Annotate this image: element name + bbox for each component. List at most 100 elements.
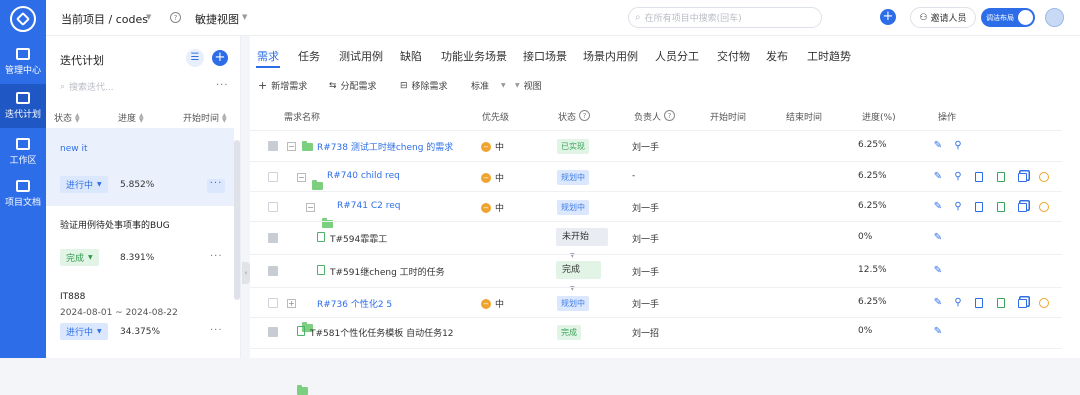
tab-bugs[interactable]: 缺陷 xyxy=(400,48,422,64)
document-icon[interactable] xyxy=(975,202,983,212)
alarm-icon[interactable] xyxy=(1039,202,1049,212)
collapse-handle[interactable]: ‹ xyxy=(242,262,250,284)
collapse-icon[interactable]: − xyxy=(287,142,296,151)
alarm-icon[interactable] xyxy=(1039,172,1049,182)
chevron-down-icon[interactable]: ▼ xyxy=(242,13,247,21)
invite-button[interactable]: ⚇ 邀请人员 xyxy=(910,7,976,28)
copy-icon[interactable] xyxy=(1018,299,1027,308)
document-icon[interactable] xyxy=(975,298,983,308)
sprint-status-select[interactable]: 进行中 ▼ xyxy=(60,323,108,340)
requirement-name[interactable]: R#741 C2 req xyxy=(337,201,400,211)
table-row[interactable] xyxy=(250,348,1062,358)
row-checkbox[interactable] xyxy=(268,266,278,276)
tab-test-cases[interactable]: 测试用例 xyxy=(339,48,383,64)
nav-item-docs[interactable]: 项目文档 xyxy=(0,172,46,216)
document-icon[interactable] xyxy=(975,172,983,182)
owner: 刘一手 xyxy=(632,268,660,278)
edit-icon[interactable]: ✎ xyxy=(933,298,943,308)
edit-icon[interactable]: ✎ xyxy=(933,141,943,151)
create-button[interactable]: + xyxy=(880,9,896,25)
requirement-name[interactable]: T#591继cheng 工时的任务 xyxy=(330,265,445,278)
bulb-icon[interactable]: ⚲ xyxy=(953,298,963,308)
requirement-name[interactable]: R#740 child req xyxy=(327,171,400,181)
tab-api-scenarios[interactable]: 接口场景 xyxy=(523,48,567,64)
sprint-name[interactable]: 验证用例待处事项事的BUG xyxy=(60,218,170,231)
row-checkbox[interactable] xyxy=(268,141,278,151)
add-requirement-button[interactable]: + 新增需求 xyxy=(258,79,307,92)
sprint-more-button[interactable]: ··· xyxy=(207,179,225,193)
sprint-name[interactable]: IT888 xyxy=(60,292,85,302)
requirement-name[interactable]: T#581个性化任务模板 自动任务12 xyxy=(310,326,454,339)
mode-select[interactable]: 标准 ▼ xyxy=(471,79,506,92)
edit-icon[interactable]: ✎ xyxy=(933,327,943,337)
requirement-name[interactable]: T#594霏霏工 xyxy=(330,232,387,245)
bulb-icon[interactable]: ⚲ xyxy=(953,172,963,182)
requirement-name[interactable]: R#736 个性化2 5 xyxy=(317,297,392,310)
clipboard-icon[interactable] xyxy=(997,172,1005,182)
col-header-progress[interactable]: 进度 ▲ ▼ xyxy=(118,111,144,124)
layout-toggle[interactable]: 调洁布局 xyxy=(981,8,1035,27)
remove-requirement-button[interactable]: ⊟ 移除需求 xyxy=(400,79,448,93)
sprint-item[interactable] xyxy=(46,128,234,206)
view-select[interactable]: ▼ 视图 xyxy=(515,79,542,92)
collapse-icon[interactable]: − xyxy=(297,173,306,182)
col-header-status[interactable]: 状态 ▲ ▼ xyxy=(54,111,80,124)
scrollbar[interactable] xyxy=(234,140,240,300)
copy-icon[interactable] xyxy=(1018,203,1027,212)
sprint-status-select[interactable]: 进行中 ▼ xyxy=(60,176,108,193)
list-icon[interactable]: ☰ xyxy=(186,49,204,67)
alarm-icon[interactable] xyxy=(1039,298,1049,308)
priority: − 中 xyxy=(481,140,504,153)
collapse-icon[interactable]: − xyxy=(306,203,315,212)
owner: 刘一手 xyxy=(632,300,660,310)
avatar[interactable] xyxy=(1045,8,1064,27)
requirement-name[interactable]: R#738 测试工时继cheng 的需求 xyxy=(317,140,453,153)
tab-release[interactable]: 发布 xyxy=(766,48,788,64)
task-icon xyxy=(317,265,325,275)
sprint-more-button[interactable]: ··· xyxy=(210,251,223,262)
tab-deliverables[interactable]: 交付物 xyxy=(717,48,750,64)
nav-item-management[interactable]: 管理中心 xyxy=(0,40,46,84)
sprint-status-select[interactable]: 完成 ▼ xyxy=(60,249,99,266)
sprint-name[interactable]: new it xyxy=(60,144,88,154)
help-icon[interactable]: ? xyxy=(664,110,676,121)
sprint-search-input[interactable]: ⌕ 搜索迭代... xyxy=(60,80,114,94)
help-icon[interactable]: ? xyxy=(170,12,181,23)
row-checkbox[interactable] xyxy=(268,298,278,308)
nav-item-workspace[interactable]: 工作区 xyxy=(0,130,46,174)
project-selector[interactable]: 当前项目 / codes xyxy=(61,11,148,27)
sprint-more-button[interactable]: ··· xyxy=(210,325,223,336)
tab-tasks[interactable]: 任务 xyxy=(298,48,320,64)
bulb-icon[interactable]: ⚲ xyxy=(953,202,963,212)
nav-item-sprint-plan[interactable]: 迭代计划 xyxy=(0,84,46,128)
copy-icon[interactable] xyxy=(1018,173,1027,182)
row-checkbox[interactable] xyxy=(268,327,278,337)
tab-requirements[interactable]: 需求 xyxy=(257,48,279,64)
edit-icon[interactable]: ✎ xyxy=(933,266,943,276)
status-select[interactable]: 未开始 ▼ xyxy=(556,228,608,259)
edit-icon[interactable]: ✎ xyxy=(933,233,943,243)
clipboard-icon[interactable] xyxy=(997,202,1005,212)
global-search-input[interactable]: ⌕ 在所有项目中搜索(回车) xyxy=(628,7,822,28)
tab-scenario-cases[interactable]: 场景内用例 xyxy=(583,48,638,64)
view-selector[interactable]: 敏捷视图 xyxy=(195,11,239,27)
tab-func-scenarios[interactable]: 功能业务场景 xyxy=(441,48,507,64)
tab-worktime-trend[interactable]: 工时趋势 xyxy=(807,48,851,64)
row-checkbox[interactable] xyxy=(268,202,278,212)
add-sprint-button[interactable]: + xyxy=(212,50,228,66)
status-select[interactable]: 完成 ▼ xyxy=(556,261,601,292)
sprint-search-more[interactable]: ··· xyxy=(216,80,229,91)
sort-icon: ▲ ▼ xyxy=(222,111,227,124)
col-header-start[interactable]: 开始时间 ▲ ▼ xyxy=(183,111,227,124)
assign-requirement-button[interactable]: ⇆ 分配需求 xyxy=(329,79,377,93)
row-checkbox[interactable] xyxy=(268,172,278,182)
edit-icon[interactable]: ✎ xyxy=(933,202,943,212)
chevron-down-icon[interactable]: ▼ xyxy=(146,13,151,21)
expand-icon[interactable]: + xyxy=(287,299,296,308)
edit-icon[interactable]: ✎ xyxy=(933,172,943,182)
clipboard-icon[interactable] xyxy=(997,298,1005,308)
tab-staffing[interactable]: 人员分工 xyxy=(655,48,699,64)
bulb-icon[interactable]: ⚲ xyxy=(953,141,963,151)
help-icon[interactable]: ? xyxy=(579,110,591,121)
row-checkbox[interactable] xyxy=(268,233,278,243)
